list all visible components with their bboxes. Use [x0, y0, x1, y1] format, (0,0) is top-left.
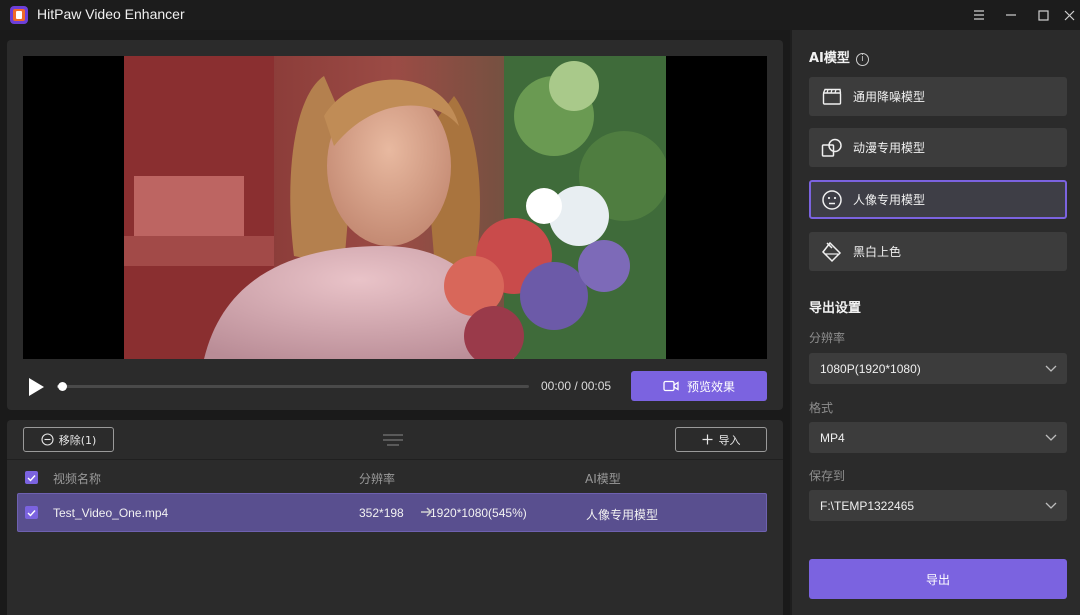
format-label: 格式: [809, 401, 834, 415]
resolution-value: 1080P(1920*1080): [820, 361, 921, 376]
hamburger-icon: [974, 10, 984, 20]
save-to-select[interactable]: F:\TEMP1322465: [809, 490, 1067, 521]
list-menu-icon[interactable]: [382, 432, 404, 448]
minimize-icon: [1006, 14, 1016, 16]
menu-button[interactable]: [967, 3, 991, 27]
column-header-name: 视频名称: [53, 472, 102, 486]
table-row[interactable]: Test_Video_One.mp4 352*198 1920*1080(545…: [17, 493, 767, 532]
model-option-colorize[interactable]: 黑白上色: [809, 232, 1067, 271]
preview-effect-label: 预览效果: [686, 379, 735, 394]
save-to-value: F:\TEMP1322465: [820, 498, 915, 513]
row-source-resolution: 352*198: [359, 506, 404, 520]
table-header: 视频名称 分辨率 AI模型: [7, 460, 783, 494]
row-ai-model: 人像专用模型: [586, 508, 659, 522]
model-option-portrait[interactable]: 人像专用模型: [809, 180, 1067, 219]
model-option-label: 通用降噪模型: [853, 90, 926, 104]
row-file-name: Test_Video_One.mp4: [53, 506, 169, 520]
check-icon: [27, 474, 36, 482]
select-all-checkbox[interactable]: [25, 471, 38, 484]
maximize-button[interactable]: [1031, 3, 1055, 27]
chevron-down-icon: [1045, 365, 1057, 372]
model-option-label: 黑白上色: [853, 245, 902, 259]
resolution-select[interactable]: 1080P(1920*1080): [809, 353, 1067, 384]
preview-effect-button[interactable]: 预览效果: [631, 371, 767, 401]
face-icon: [821, 189, 843, 211]
video-frame-image: [124, 56, 666, 359]
progress-handle[interactable]: [57, 382, 67, 391]
film-clapper-icon: [821, 86, 843, 108]
ai-model-title-text: AI模型: [809, 51, 850, 66]
maximize-icon: [1037, 9, 1049, 21]
paint-bucket-icon: [821, 241, 843, 263]
format-select[interactable]: MP4: [809, 422, 1067, 453]
model-option-label: 人像专用模型: [853, 193, 926, 207]
resolution-label: 分辨率: [809, 331, 846, 345]
column-header-ai-model: AI模型: [585, 472, 621, 486]
time-total: 00:05: [581, 379, 612, 393]
import-label: 导入: [718, 433, 741, 447]
check-icon: [27, 509, 36, 517]
playback-controls: 00:00 / 00:05 预览效果: [23, 371, 767, 403]
workspace: 00:00 / 00:05 预览效果 移除(1) 导入 视频名称 分辨率 AI模…: [0, 30, 790, 615]
column-header-resolution: 分辨率: [359, 472, 396, 486]
play-icon[interactable]: [27, 377, 45, 397]
import-button[interactable]: 导入: [675, 427, 767, 452]
settings-panel: AI模型 i 通用降噪模型 动漫专用模型 人像专用模型 黑白上色 导出设置 分辨率…: [792, 30, 1080, 615]
minimize-button[interactable]: [999, 3, 1023, 27]
save-to-label: 保存到: [809, 469, 846, 483]
time-display: 00:00 / 00:05: [541, 379, 611, 393]
preview-panel: 00:00 / 00:05 预览效果: [7, 40, 783, 410]
video-camera-icon: [663, 380, 679, 392]
progress-slider[interactable]: [57, 382, 529, 391]
remove-label: 移除(1): [58, 433, 97, 447]
video-player[interactable]: [23, 56, 767, 359]
close-button[interactable]: [1057, 3, 1080, 27]
row-target-resolution: 1920*1080(545%): [430, 506, 527, 520]
close-icon: [1064, 10, 1074, 20]
chevron-down-icon: [1045, 502, 1057, 509]
video-list-panel: 移除(1) 导入 视频名称 分辨率 AI模型 Test_Video_One.mp…: [7, 420, 783, 615]
time-separator: /: [574, 379, 578, 393]
model-option-denoise[interactable]: 通用降噪模型: [809, 77, 1067, 116]
export-settings-title: 导出设置: [809, 301, 862, 316]
overlapping-shapes-icon: [821, 137, 843, 159]
row-checkbox[interactable]: [25, 506, 38, 519]
format-value: MP4: [820, 430, 845, 445]
remove-button[interactable]: 移除(1): [23, 427, 114, 452]
title-bar: HitPaw Video Enhancer: [0, 0, 1080, 30]
model-option-label: 动漫专用模型: [853, 141, 926, 155]
list-toolbar: 移除(1) 导入: [7, 420, 783, 460]
app-logo-icon: [10, 6, 28, 24]
app-title: HitPaw Video Enhancer: [37, 6, 185, 22]
plus-icon: [702, 434, 712, 445]
model-option-anime[interactable]: 动漫专用模型: [809, 128, 1067, 167]
ai-model-title: AI模型 i: [809, 47, 869, 66]
info-icon[interactable]: i: [855, 53, 869, 66]
chevron-down-icon: [1045, 434, 1057, 441]
export-button[interactable]: 导出: [809, 559, 1067, 599]
time-current: 00:00: [541, 379, 572, 393]
minus-circle-icon: [41, 433, 54, 446]
